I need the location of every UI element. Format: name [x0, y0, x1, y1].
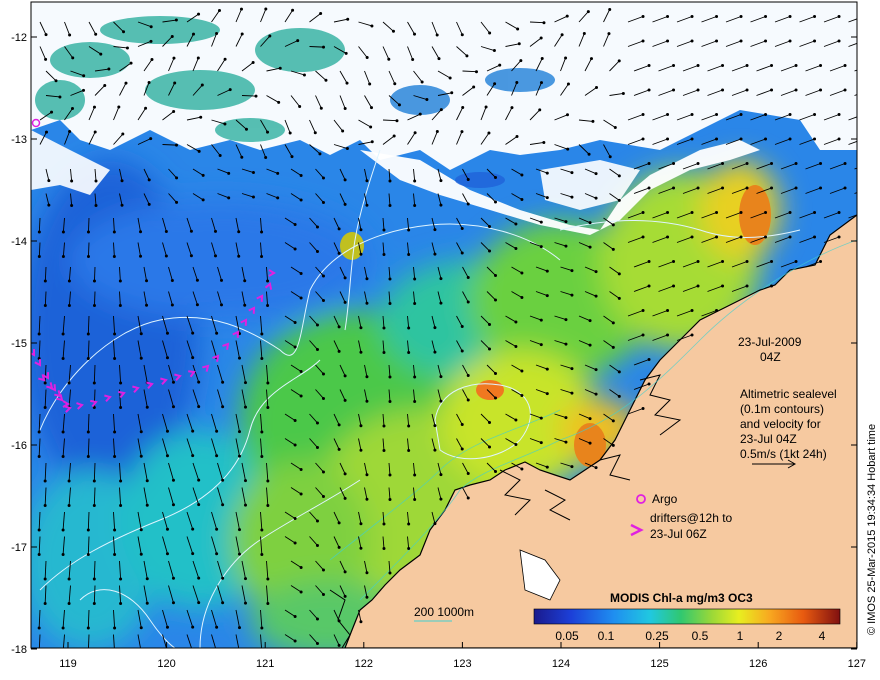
y-tick-label: -16 [11, 440, 27, 452]
info-desc-4: 23-Jul 04Z [740, 432, 797, 446]
colorbar-tick-label: 0.1 [598, 629, 615, 643]
x-tick-label: 122 [355, 658, 373, 670]
colorbar-tick-label: 0.5 [692, 629, 709, 643]
info-desc-3: and velocity for [740, 417, 821, 431]
x-tick-label: 124 [552, 658, 570, 670]
colorbar-tick-label: 0.25 [645, 629, 669, 643]
drifter-legend-line-2: 23-Jul 06Z [650, 527, 707, 541]
argo-legend-label: Argo [652, 492, 678, 506]
y-tick-label: -18 [11, 644, 27, 656]
x-tick-label: 127 [848, 658, 866, 670]
colorbar-title: MODIS Chl-a mg/m3 OC3 [610, 591, 753, 605]
info-desc-2: (0.1m contours) [740, 402, 824, 416]
drifter-legend-line-1: drifters@12h to [650, 511, 733, 525]
y-tick-label: -14 [11, 236, 27, 248]
colorbar-tick-label: 4 [819, 629, 826, 643]
depth-legend-label: 200 1000m [414, 605, 474, 619]
info-desc-5: 0.5m/s (1kt 24h) [740, 447, 827, 461]
x-tick-label: 121 [256, 658, 274, 670]
info-desc-1: Altimetric sealevel [740, 387, 837, 401]
colorbar-tick-label: 2 [776, 629, 783, 643]
colorbar-tick-label: 0.05 [555, 629, 579, 643]
colorbar-tick-label: 1 [737, 629, 744, 643]
map-figure: 119 120 121 122 123 124 125 126 127 -12-13-14-15… [11, 1, 866, 670]
info-time: 04Z [760, 350, 781, 364]
y-tick-label: -15 [11, 338, 27, 350]
colorbar-gradient [533, 608, 841, 625]
info-date: 23-Jul-2009 [738, 335, 802, 349]
y-tick-label: -13 [11, 134, 27, 146]
depth-legend: 200 1000m [414, 605, 474, 622]
y-tick-label: -17 [11, 542, 27, 554]
x-tick-label: 123 [453, 658, 471, 670]
credit-text: © IMOS 25-Mar-2015 19:34:34 Hobart time [866, 423, 878, 635]
x-tick-label: 126 [749, 658, 767, 670]
y-tick-label: -12 [11, 32, 27, 44]
x-tick-label: 120 [157, 658, 175, 670]
x-tick-label: 119 [59, 658, 77, 670]
x-tick-label: 125 [650, 658, 668, 670]
